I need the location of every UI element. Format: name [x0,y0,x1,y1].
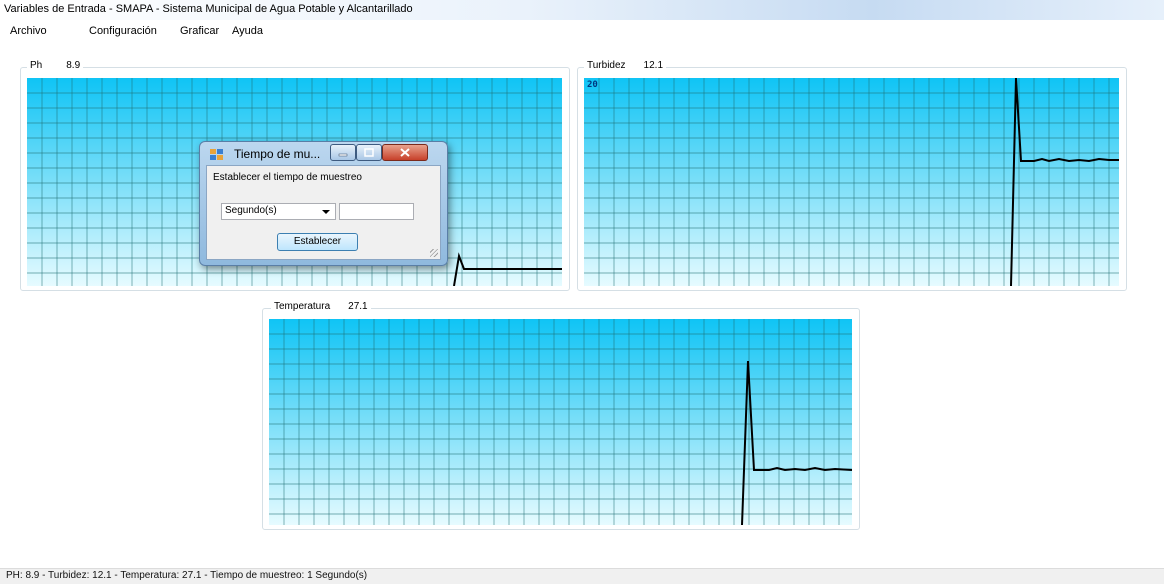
time-unit-value: Segundo(s) [225,205,277,216]
status-text: PH: 8.9 - Turbidez: 12.1 - Temperatura: … [6,570,368,581]
turbidez-panel: Turbidez 12.1 20 [577,60,1127,291]
turbidez-legend: Turbidez 12.1 [584,60,667,71]
menu-configuracion[interactable]: Configuración [89,25,157,37]
temperatura-panel: Temperatura 27.1 [262,301,860,530]
dialog-body: Establecer el tiempo de muestreo Segundo… [206,165,441,260]
menu-graficar[interactable]: Graficar [180,25,219,37]
temperatura-chart-grid [269,319,852,525]
ph-legend: Ph 8.9 [27,60,84,71]
minimize-icon [338,153,348,157]
turbidez-value: 12.1 [643,60,664,71]
chevron-down-icon [322,210,330,214]
menu-archivo[interactable]: Archivo [10,25,47,37]
minimize-button[interactable] [330,144,356,161]
temperatura-label: Temperatura [274,301,331,312]
turbidez-chart-trace [1010,78,1119,286]
turbidez-label: Turbidez [587,60,626,71]
status-bar: PH: 8.9 - Turbidez: 12.1 - Temperatura: … [0,568,1164,584]
temperatura-chart-trace [741,360,852,525]
ph-chart-trace [453,252,562,286]
menu-ayuda[interactable]: Ayuda [232,25,263,37]
ph-label: Ph [30,60,43,71]
resize-grip[interactable] [430,249,438,257]
temperatura-value: 27.1 [348,301,368,312]
turbidez-scale-label: 20 [587,80,598,90]
maximize-button[interactable] [356,144,382,161]
menu-bar: Archivo Configuración Graficar Ayuda [0,23,1164,41]
title-bar: Variables de Entrada - SMAPA - Sistema M… [0,0,1164,20]
turbidez-chart-grid [584,78,1119,286]
time-unit-select[interactable]: Segundo(s) [221,203,336,220]
turbidez-chart: 20 [584,78,1119,286]
time-value-input[interactable] [339,203,414,220]
ph-value: 8.9 [66,60,81,71]
maximize-icon [364,148,374,157]
close-icon [400,148,410,157]
temperatura-chart [269,319,852,525]
temperatura-legend: Temperatura 27.1 [271,301,371,312]
dialog-title: Tiempo de mu... [234,147,321,161]
establecer-button[interactable]: Establecer [277,233,358,251]
dialog-message: Establecer el tiempo de muestreo [213,172,362,183]
close-button[interactable] [382,144,428,161]
window-title: Variables de Entrada - SMAPA - Sistema M… [4,3,413,15]
app-icon [210,149,223,160]
sampling-time-dialog: Tiempo de mu... Establecer el tiempo de … [199,141,448,266]
